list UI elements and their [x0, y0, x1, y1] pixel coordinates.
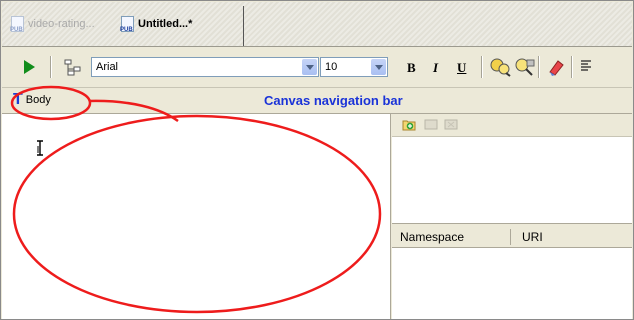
pub-document-icon: PUB	[10, 16, 24, 33]
toolbar-divider	[481, 56, 483, 78]
font-size-select[interactable]: 10	[320, 57, 388, 77]
breadcrumb-body[interactable]: T Body	[13, 92, 51, 108]
schema-tree-icon[interactable]	[64, 58, 82, 76]
italic-button[interactable]: I	[433, 60, 438, 76]
namespace-toolbar	[392, 114, 632, 136]
tab-video-rating[interactable]: PUB video-rating...	[10, 14, 95, 34]
text-cursor-icon	[37, 140, 43, 156]
find-icon[interactable]	[489, 57, 511, 77]
column-header-namespace[interactable]: Namespace	[400, 230, 464, 244]
column-header-uri[interactable]: URI	[522, 230, 543, 244]
align-left-icon[interactable]	[580, 59, 594, 73]
underline-button[interactable]: U	[457, 60, 466, 76]
chevron-down-icon[interactable]	[371, 59, 386, 75]
document-tab-bar: PUB video-rating... PUB Untitled...*	[2, 2, 632, 47]
edit-namespace-icon[interactable]	[424, 119, 438, 130]
text-element-icon: T	[13, 91, 23, 108]
play-icon[interactable]	[24, 60, 35, 74]
toolbar-divider	[538, 56, 540, 78]
canvas-navigation-bar: T Body Canvas navigation bar	[2, 88, 632, 114]
column-divider[interactable]	[510, 229, 511, 245]
namespace-list[interactable]	[392, 248, 632, 319]
pub-document-icon: PUB	[120, 16, 134, 33]
delete-namespace-icon[interactable]	[444, 119, 458, 130]
breadcrumb-body-label: Body	[25, 94, 51, 106]
toolbar-divider	[50, 56, 52, 78]
add-namespace-icon[interactable]	[402, 118, 416, 131]
tab-untitled[interactable]: PUB Untitled...*	[120, 14, 192, 34]
toolbar-divider	[571, 56, 573, 78]
zoom-icon[interactable]	[513, 57, 535, 77]
design-canvas[interactable]	[2, 114, 391, 319]
chevron-down-icon[interactable]	[302, 59, 317, 75]
tab-separator	[243, 6, 244, 46]
editor-window: PUB video-rating... PUB Untitled...* Ari…	[0, 0, 634, 320]
font-size-value: 10	[325, 61, 338, 73]
formatting-toolbar: Arial 10 B I U	[2, 47, 632, 88]
font-family-value: Arial	[96, 61, 119, 73]
namespace-details-area	[392, 136, 632, 224]
tab-label: video-rating...	[28, 18, 95, 30]
namespace-panel: Namespace URI	[392, 114, 632, 319]
tab-label: Untitled...*	[138, 18, 193, 30]
eraser-icon[interactable]	[546, 57, 566, 77]
bold-button[interactable]: B	[407, 60, 416, 76]
namespace-table-header: Namespace URI	[392, 227, 632, 248]
font-family-select[interactable]: Arial	[91, 57, 319, 77]
navigation-bar-caption: Canvas navigation bar	[264, 93, 403, 108]
